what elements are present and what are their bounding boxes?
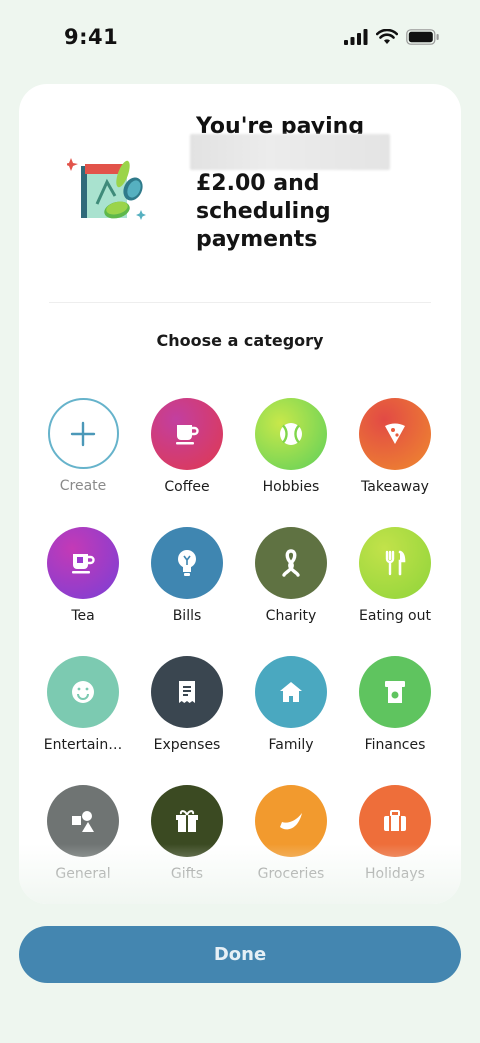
- category-charity[interactable]: Charity: [239, 527, 343, 624]
- banana-icon: [255, 785, 327, 857]
- category-label: Charity: [265, 608, 317, 624]
- category-label: Family: [268, 737, 314, 753]
- plus-icon: [47, 398, 119, 469]
- house-icon: [255, 656, 327, 728]
- battery-icon: [406, 29, 439, 45]
- suitcase-icon: [359, 785, 431, 857]
- divider: [49, 302, 431, 303]
- category-label: Bills: [172, 608, 202, 624]
- status-icons: [344, 29, 440, 45]
- tea-cup-icon: [47, 527, 119, 599]
- category-eating-out[interactable]: Eating out: [343, 527, 447, 624]
- category-label: Create: [59, 478, 107, 494]
- category-create[interactable]: Create: [31, 398, 135, 494]
- category-label: Coffee: [164, 479, 210, 495]
- category-label: Gifts: [170, 866, 204, 882]
- category-label: General: [55, 866, 111, 882]
- coffee-cup-icon: [151, 398, 223, 470]
- lightbulb-icon: [151, 527, 223, 599]
- status-time: 9:41: [64, 25, 119, 49]
- summary-amount: £2.00 and scheduling payments: [196, 171, 331, 252]
- shapes-icon: [47, 785, 119, 857]
- category-label: Tea: [71, 608, 95, 624]
- wifi-icon: [376, 29, 398, 44]
- receipt-icon: [151, 656, 223, 728]
- summary-heading: You're paying: [196, 114, 365, 134]
- category-label: Entertain…: [43, 737, 123, 753]
- category-label: Holidays: [365, 866, 425, 882]
- redacted-recipient: [190, 134, 390, 170]
- tennis-ball-icon: [255, 398, 327, 470]
- category-sheet: You're paying £2.00 and scheduling payme…: [19, 84, 461, 904]
- pizza-slice-icon: [359, 398, 431, 470]
- category-general[interactable]: General: [31, 785, 135, 882]
- category-coffee[interactable]: Coffee: [135, 398, 239, 495]
- status-bar: 9:41: [0, 0, 480, 76]
- cutlery-icon: [359, 527, 431, 599]
- category-holidays[interactable]: Holidays: [343, 785, 447, 882]
- category-label: Hobbies: [262, 479, 320, 495]
- category-label: Expenses: [153, 737, 221, 753]
- gift-icon: [151, 785, 223, 857]
- cellular-signal-icon: [344, 29, 368, 45]
- category-groceries[interactable]: Groceries: [239, 785, 343, 882]
- category-label: Groceries: [257, 866, 325, 882]
- category-label: Takeaway: [361, 479, 429, 495]
- ribbon-icon: [255, 527, 327, 599]
- category-label: Finances: [364, 737, 426, 753]
- section-title: Choose a category: [156, 331, 324, 350]
- category-label: Eating out: [359, 608, 431, 624]
- category-tea[interactable]: Tea: [31, 527, 135, 624]
- category-family[interactable]: Family: [239, 656, 343, 753]
- category-takeaway[interactable]: Takeaway: [343, 398, 447, 495]
- category-bills[interactable]: Bills: [135, 527, 239, 624]
- category-hobbies[interactable]: Hobbies: [239, 398, 343, 495]
- category-expenses[interactable]: Expenses: [135, 656, 239, 753]
- cash-icon: [359, 656, 431, 728]
- category-gifts[interactable]: Gifts: [135, 785, 239, 882]
- category-entertainment[interactable]: Entertain…: [31, 656, 135, 753]
- smiley-icon: [47, 656, 119, 728]
- category-finances[interactable]: Finances: [343, 656, 447, 753]
- payment-illustration-icon: [67, 158, 146, 220]
- done-button[interactable]: Done: [19, 926, 461, 983]
